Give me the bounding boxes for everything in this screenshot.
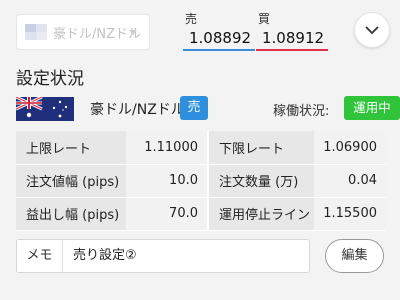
chevron-down-icon	[365, 26, 379, 35]
table-row: 益出し幅 (pips) 70.0 運用停止ライン 1.15500	[16, 197, 386, 231]
australia-flag-icon	[16, 97, 74, 121]
buy-label: 買	[258, 12, 271, 26]
take-profit-width-label: 益出し幅 (pips)	[16, 197, 126, 231]
table-row: 上限レート 1.11000 下限レート 1.06900	[16, 131, 386, 165]
buy-quote: 買 1.08912	[256, 10, 329, 51]
buy-rate: 1.08912	[256, 29, 329, 51]
upper-rate-value: 1.11000	[126, 131, 208, 165]
operation-status-badge: 運用中	[344, 96, 400, 120]
order-quantity-label: 注文数量 (万)	[207, 164, 314, 198]
dropdown-caret-icon	[129, 30, 137, 35]
lower-rate-label: 下限レート	[207, 131, 314, 165]
side-badge: 売	[180, 96, 208, 120]
memo-label: メモ	[17, 240, 63, 272]
order-width-label: 注文値幅 (pips)	[16, 164, 126, 198]
stop-line-label: 運用停止ライン	[207, 197, 314, 231]
section-title: 設定状況	[16, 69, 84, 89]
upper-rate-label: 上限レート	[16, 131, 126, 165]
settings-table: 上限レート 1.11000 下限レート 1.06900 注文値幅 (pips) …	[16, 131, 386, 231]
order-quantity-value: 0.04	[314, 164, 386, 198]
lower-rate-value: 1.06900	[314, 131, 386, 165]
currency-pair-select[interactable]: 豪ドル/NZドル	[16, 14, 150, 50]
currency-pair-select-label: 豪ドル/NZドル	[53, 26, 142, 42]
top-bar: 豪ドル/NZドル 売 1.08892 買 1.08912	[0, 0, 400, 60]
table-row: 注文値幅 (pips) 10.0 注文数量 (万) 0.04	[16, 164, 386, 198]
collapse-toggle-button[interactable]	[354, 12, 390, 48]
memo-field: メモ 売り設定②	[16, 239, 310, 273]
currency-pair-name: 豪ドル/NZドル	[90, 102, 185, 118]
currency-pair-mini-flag-icon	[25, 24, 47, 40]
memo-value: 売り設定②	[73, 248, 137, 263]
stop-line-value: 1.15500	[314, 197, 386, 231]
order-width-value: 10.0	[126, 164, 208, 198]
take-profit-width-value: 70.0	[126, 197, 208, 231]
operation-status-label: 稼働状況:	[273, 104, 330, 119]
sell-quote: 売 1.08892	[183, 10, 256, 51]
sell-label: 売	[185, 12, 198, 26]
sell-rate: 1.08892	[183, 29, 256, 51]
edit-button[interactable]: 編集	[325, 239, 384, 273]
status-row: 豪ドル/NZドル 売 稼働状況: 運用中	[16, 93, 400, 125]
